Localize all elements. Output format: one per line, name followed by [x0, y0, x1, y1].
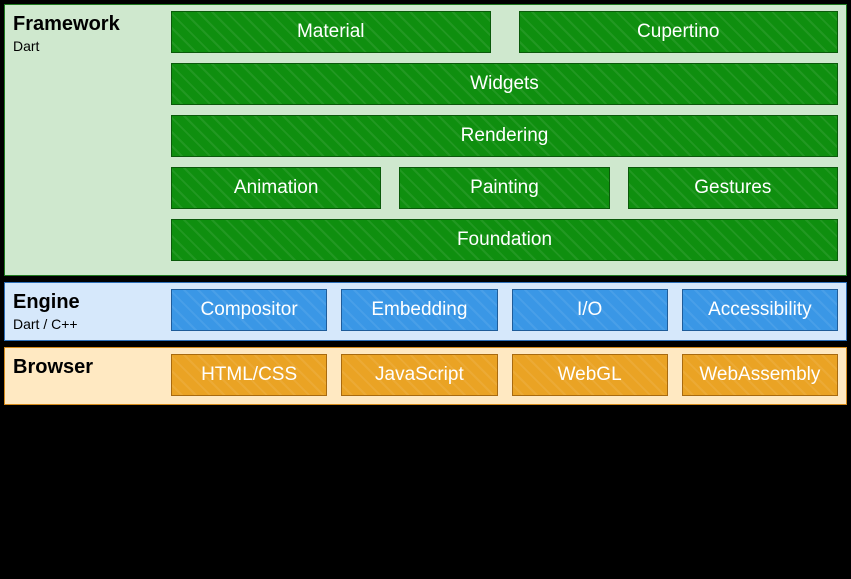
block-animation: Animation — [171, 167, 381, 209]
engine-row-0: Compositor Embedding I/O Accessibility — [171, 289, 838, 331]
block-label: HTML/CSS — [201, 364, 297, 385]
block-label: I/O — [577, 299, 602, 320]
block-webassembly: WebAssembly — [682, 354, 838, 396]
framework-row-1: Widgets — [171, 63, 838, 105]
framework-row-4: Foundation — [171, 219, 838, 261]
block-label: Foundation — [457, 229, 552, 250]
block-gestures: Gestures — [628, 167, 838, 209]
block-accessibility: Accessibility — [682, 289, 838, 331]
block-embedding: Embedding — [341, 289, 497, 331]
block-htmlcss: HTML/CSS — [171, 354, 327, 396]
block-label: Material — [297, 21, 365, 42]
framework-row-0: Material Cupertino — [171, 11, 838, 53]
engine-layer: Engine Dart / C++ Compositor Embedding I… — [4, 282, 847, 341]
block-label: Rendering — [461, 125, 549, 146]
block-io: I/O — [512, 289, 668, 331]
block-label: Compositor — [201, 299, 298, 320]
block-label: Accessibility — [708, 299, 811, 320]
block-widgets: Widgets — [171, 63, 838, 105]
browser-title: Browser — [13, 356, 163, 379]
browser-body: HTML/CSS JavaScript WebGL WebAssembly — [171, 354, 838, 396]
framework-subtitle: Dart — [13, 38, 163, 54]
block-cupertino: Cupertino — [519, 11, 839, 53]
engine-header: Engine Dart / C++ — [13, 289, 163, 332]
block-label: WebAssembly — [699, 364, 820, 385]
framework-body: Material Cupertino Widgets Rendering Ani… — [171, 11, 838, 261]
framework-header: Framework Dart — [13, 11, 163, 261]
block-label: Cupertino — [637, 21, 719, 42]
block-javascript: JavaScript — [341, 354, 497, 396]
engine-body: Compositor Embedding I/O Accessibility — [171, 289, 838, 332]
block-webgl: WebGL — [512, 354, 668, 396]
block-material: Material — [171, 11, 491, 53]
block-label: JavaScript — [375, 364, 464, 385]
engine-subtitle: Dart / C++ — [13, 316, 163, 332]
block-label: Painting — [470, 177, 539, 198]
block-compositor: Compositor — [171, 289, 327, 331]
block-rendering: Rendering — [171, 115, 838, 157]
framework-title: Framework — [13, 13, 163, 36]
block-label: Gestures — [694, 177, 771, 198]
block-painting: Painting — [399, 167, 609, 209]
engine-title: Engine — [13, 291, 163, 314]
block-foundation: Foundation — [171, 219, 838, 261]
framework-layer: Framework Dart Material Cupertino Widget… — [4, 4, 847, 276]
framework-row-2: Rendering — [171, 115, 838, 157]
block-label: Animation — [234, 177, 319, 198]
browser-row-0: HTML/CSS JavaScript WebGL WebAssembly — [171, 354, 838, 396]
browser-layer: Browser HTML/CSS JavaScript WebGL WebAss… — [4, 347, 847, 405]
block-label: Widgets — [470, 73, 539, 94]
browser-header: Browser — [13, 354, 163, 396]
block-label: WebGL — [558, 364, 622, 385]
block-label: Embedding — [371, 299, 467, 320]
framework-row-3: Animation Painting Gestures — [171, 167, 838, 209]
